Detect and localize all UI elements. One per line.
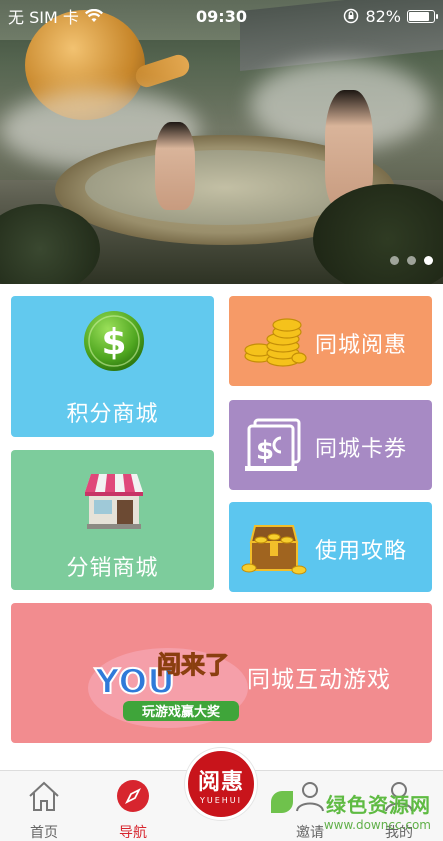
tab-mine[interactable]: 我的 xyxy=(364,771,434,841)
game-logo-tagline: 玩游戏赢大奖 xyxy=(142,704,221,720)
points-mall-tile[interactable]: $ 积分商城 xyxy=(11,296,214,437)
city-game-label: 同城互动游戏 xyxy=(247,667,391,693)
battery-level xyxy=(409,11,429,21)
city-reading-tile[interactable]: 同城阅惠 xyxy=(229,296,432,386)
svg-text:$: $ xyxy=(101,322,126,363)
user-icon xyxy=(385,782,413,812)
svg-text:$: $ xyxy=(256,436,274,466)
gold-coins-icon xyxy=(244,318,307,367)
tab-invite-label: 邀请 xyxy=(296,825,324,841)
city-coupons-tile[interactable]: $ 同城卡券 xyxy=(229,400,432,490)
clock: 09:30 xyxy=(196,6,247,26)
promo-banner[interactable] xyxy=(0,0,443,284)
city-coupons-label: 同城卡券 xyxy=(315,437,408,462)
carousel-dot[interactable] xyxy=(407,256,416,265)
dollar-coin-icon: $ xyxy=(84,311,144,371)
distribution-mall-tile[interactable]: 分销商城 xyxy=(11,450,214,590)
game-logo-title: 闯来了 xyxy=(157,651,229,679)
points-mall-label: 积分商城 xyxy=(66,402,159,427)
usage-guide-tile[interactable]: 使用攻略 xyxy=(229,502,432,592)
city-game-tile[interactable]: YOU 闯来了 玩游戏赢大奖 同城互动游戏 xyxy=(11,603,432,743)
person-icon xyxy=(296,782,324,812)
status-bar: 无 SIM 卡 09:30 82% xyxy=(0,0,443,32)
city-reading-label: 同城阅惠 xyxy=(315,333,408,358)
tab-home[interactable]: 首页 xyxy=(9,771,79,841)
center-badge-subtitle: YUEHUI xyxy=(199,796,243,805)
distribution-mall-label: 分销商城 xyxy=(66,556,159,581)
compass-icon xyxy=(117,780,149,812)
battery-percent: 82% xyxy=(365,6,401,26)
coupon-icon: $ xyxy=(245,418,301,471)
home-icon xyxy=(29,781,59,811)
usage-guide-label: 使用攻略 xyxy=(315,539,408,564)
wifi-icon xyxy=(84,9,103,22)
carrier-label: 无 SIM 卡 xyxy=(8,8,79,27)
game-logo: YOU 闯来了 玩游戏赢大奖 xyxy=(88,648,248,728)
carousel-indicator[interactable] xyxy=(390,256,433,265)
orientation-lock-icon xyxy=(344,8,359,24)
carousel-dot[interactable] xyxy=(390,256,399,265)
banner-person-left xyxy=(155,122,195,210)
tab-nav[interactable]: 导航 xyxy=(98,771,168,841)
tab-invite[interactable]: 邀请 xyxy=(275,771,345,841)
storefront-icon xyxy=(85,474,143,529)
tab-mine-label: 我的 xyxy=(385,825,413,841)
treasure-chest-icon xyxy=(241,525,307,575)
tab-home-label: 首页 xyxy=(30,825,58,841)
yuehui-center-button[interactable]: 阅惠 YUEHUI xyxy=(185,748,257,820)
carousel-dot-active[interactable] xyxy=(424,256,433,265)
battery-icon xyxy=(407,9,438,23)
tab-nav-label: 导航 xyxy=(119,825,147,841)
center-badge-title: 阅惠 xyxy=(197,770,244,795)
